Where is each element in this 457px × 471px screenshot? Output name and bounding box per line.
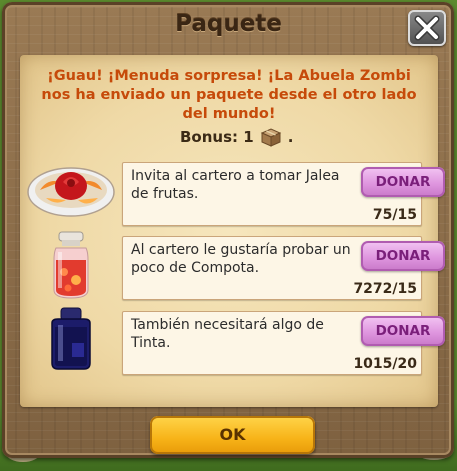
ok-button[interactable]: OK (150, 416, 315, 454)
bonus-label: Bonus: 1 (180, 128, 254, 146)
ink-bottle-icon (51, 307, 91, 370)
dialog-title: Paquete (175, 11, 282, 37)
item-description: También necesitará algo de Tinta. (131, 317, 324, 351)
donar-button[interactable]: DONAR (361, 241, 445, 271)
package-box-icon (260, 128, 281, 147)
item-description: Al cartero le gustaría probar un poco de… (131, 242, 351, 276)
bonus-suffix: . (287, 128, 294, 146)
item-description: Invita al cartero a tomar Jalea de fruta… (131, 168, 340, 202)
close-button[interactable] (408, 10, 446, 46)
fruit-jelly-plate-icon (27, 167, 115, 217)
dialog-message: ¡Guau! ¡Menuda sorpresa! ¡La Abuela Zomb… (41, 68, 417, 122)
donar-button[interactable]: DONAR (361, 316, 445, 346)
compote-jar-icon (53, 231, 89, 299)
donar-button[interactable]: DONAR (361, 167, 445, 197)
item-count: 1015/20 (353, 356, 417, 372)
item-count: 7272/15 (353, 281, 417, 297)
close-icon (414, 15, 440, 41)
item-count: 75/15 (372, 207, 417, 223)
bonus-line: Bonus: 1 . (180, 127, 293, 147)
